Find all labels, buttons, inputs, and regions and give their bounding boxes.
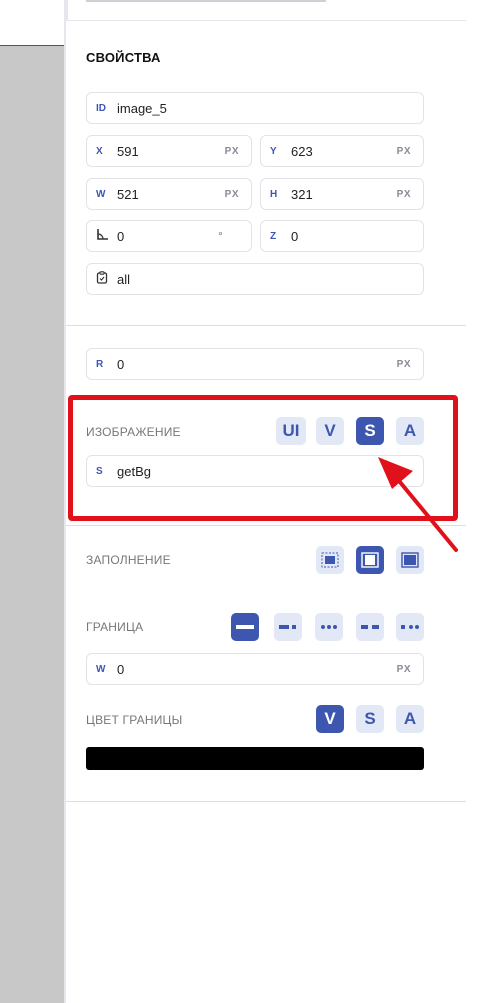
cut-off-tab-text <box>86 0 326 4</box>
divider-1 <box>66 325 466 326</box>
rotation-value: 0 <box>117 228 125 244</box>
width-unit: PX <box>224 188 239 200</box>
clipboard-icon <box>87 271 117 287</box>
properties-title: СВОЙСТВА <box>86 50 161 65</box>
y-unit: PX <box>396 145 411 157</box>
border-width-value: 0 <box>117 661 125 677</box>
width-value: 521 <box>117 186 139 202</box>
y-value: 623 <box>291 143 313 159</box>
divider-2 <box>66 525 466 526</box>
y-label: Y <box>270 145 277 157</box>
visibility-field[interactable]: all <box>86 263 424 295</box>
width-label: W <box>96 188 106 200</box>
panel-left-border <box>64 0 66 1003</box>
border-color-mode-s[interactable]: S <box>356 705 384 733</box>
tab-separator <box>66 0 68 20</box>
fill-option-3[interactable] <box>396 546 424 574</box>
border-width-label: W <box>96 663 106 675</box>
height-label: H <box>270 188 278 200</box>
height-unit: PX <box>396 188 411 200</box>
border-width-unit: PX <box>396 663 411 675</box>
border-section-title: ГРАНИЦА <box>86 620 144 634</box>
border-style-dash-dot[interactable] <box>274 613 302 641</box>
height-field[interactable]: H 321 PX <box>260 178 424 210</box>
width-field[interactable]: W 521 PX <box>86 178 252 210</box>
radius-value: 0 <box>117 356 125 372</box>
border-style-dashed[interactable] <box>356 613 384 641</box>
visibility-value: all <box>117 271 131 287</box>
border-color-mode-a[interactable]: A <box>396 705 424 733</box>
canvas-top-border <box>0 45 64 46</box>
rotation-unit: ° <box>218 230 223 242</box>
id-label: ID <box>96 102 106 114</box>
highlight-box <box>68 395 458 521</box>
rotation-field[interactable]: 0 ° <box>86 220 252 252</box>
divider-3 <box>66 801 466 802</box>
x-value: 591 <box>117 143 139 159</box>
angle-icon <box>87 228 117 244</box>
border-style-dotted[interactable] <box>315 613 343 641</box>
fill-option-1[interactable] <box>316 546 344 574</box>
height-value: 321 <box>291 186 313 202</box>
z-label: Z <box>270 230 277 242</box>
border-color-section-title: ЦВЕТ ГРАНИЦЫ <box>86 713 183 727</box>
x-label: X <box>96 145 103 157</box>
fill-option-2[interactable] <box>356 546 384 574</box>
border-color-swatch[interactable] <box>86 747 424 770</box>
x-field[interactable]: X 591 PX <box>86 135 252 167</box>
border-style-dot-dash[interactable] <box>396 613 424 641</box>
radius-unit: PX <box>396 358 411 370</box>
radius-label: R <box>96 358 104 370</box>
id-field[interactable]: ID image_5 <box>86 92 424 124</box>
app-root: СВОЙСТВА ID image_5 X 591 PX Y 623 PX W … <box>0 0 504 1003</box>
border-color-mode-v[interactable]: V <box>316 705 344 733</box>
canvas-area[interactable] <box>0 46 64 1003</box>
border-style-solid[interactable] <box>231 613 259 641</box>
panel-top-border <box>66 20 466 21</box>
z-field[interactable]: Z 0 <box>260 220 424 252</box>
fill-section-title: ЗАПОЛНЕНИЕ <box>86 553 171 567</box>
y-field[interactable]: Y 623 PX <box>260 135 424 167</box>
z-value: 0 <box>291 228 299 244</box>
border-width-field[interactable]: W 0 PX <box>86 653 424 685</box>
radius-field[interactable]: R 0 PX <box>86 348 424 380</box>
id-value: image_5 <box>117 100 167 116</box>
x-unit: PX <box>224 145 239 157</box>
